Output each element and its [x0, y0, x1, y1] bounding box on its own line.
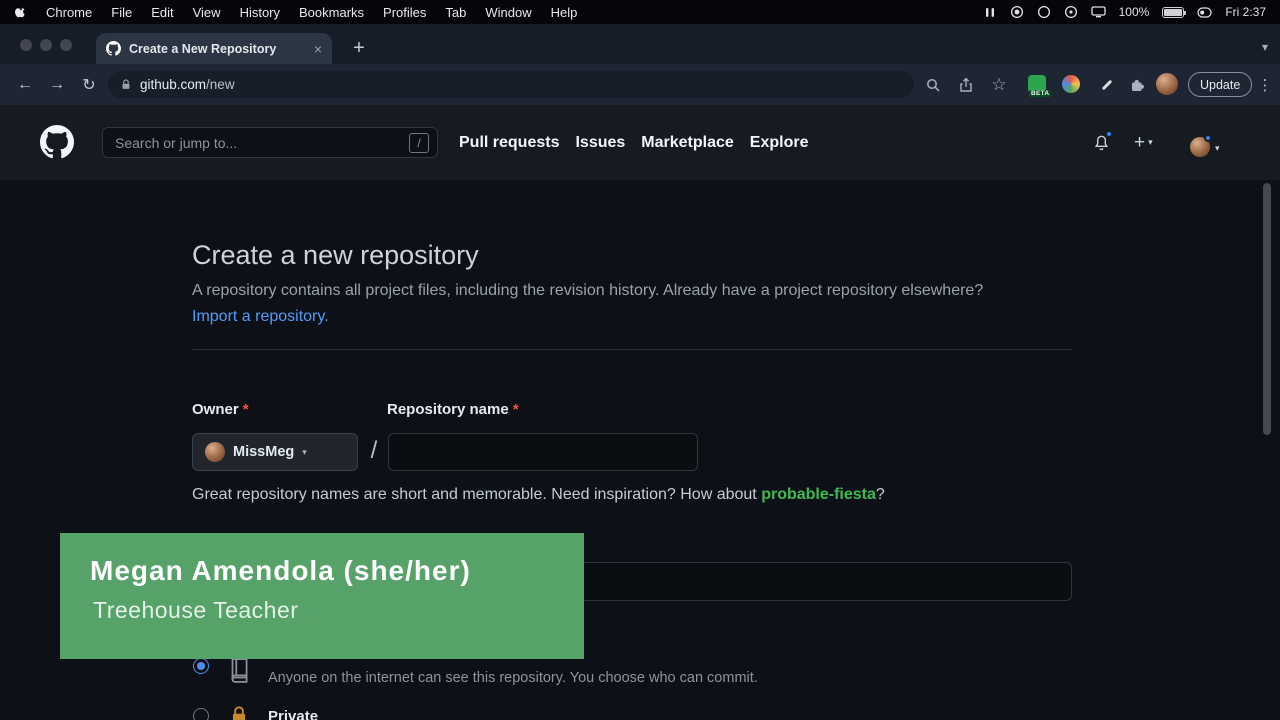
plus-icon: +: [1134, 132, 1145, 154]
forward-button[interactable]: →: [44, 64, 70, 105]
update-button[interactable]: Update: [1188, 72, 1252, 97]
owner-avatar: [205, 442, 225, 462]
repository-name-input[interactable]: [388, 433, 698, 471]
private-radio[interactable]: [193, 708, 209, 720]
private-label: Private: [268, 708, 318, 720]
name-hint: Great repository names are short and mem…: [192, 486, 885, 504]
extension-color-icon[interactable]: [1062, 75, 1080, 93]
site-lock-icon[interactable]: [120, 78, 132, 91]
avatar-notification-dot: [1204, 134, 1212, 142]
window-zoom-button[interactable]: [60, 39, 72, 51]
required-asterisk: *: [243, 401, 249, 418]
extensions-puzzle-icon[interactable]: [1126, 64, 1148, 105]
url-path: /new: [206, 77, 235, 92]
presenter-overlay: Megan Amendola (she/her) Treehouse Teach…: [60, 533, 584, 659]
github-search[interactable]: /: [102, 127, 438, 158]
github-nav: Pull requests Issues Marketplace Explore: [459, 105, 808, 180]
tab-search-chevron-icon[interactable]: ▾: [1262, 40, 1268, 54]
private-lock-icon: [228, 704, 250, 720]
notification-dot: [1105, 130, 1113, 138]
window-minimize-button[interactable]: [40, 39, 52, 51]
search-slash-hint: /: [409, 133, 429, 153]
tab-title: Create a New Repository: [129, 42, 306, 56]
github-avatar[interactable]: [1190, 137, 1210, 157]
menubar-status-area: 100% Fri 2:37: [983, 5, 1266, 19]
public-radio[interactable]: [193, 658, 209, 674]
extension-beta-icon[interactable]: BETA: [1028, 75, 1046, 93]
control-center-icon[interactable]: [1197, 7, 1212, 18]
camera-icon[interactable]: [1064, 5, 1078, 19]
extension-pencil-icon[interactable]: [1096, 64, 1118, 105]
beta-badge: BETA: [1029, 90, 1051, 97]
search-input[interactable]: [115, 135, 409, 151]
import-repository-link[interactable]: Import a repository.: [192, 308, 329, 325]
menubar-item-tab[interactable]: Tab: [445, 5, 466, 20]
nav-explore[interactable]: Explore: [750, 134, 809, 152]
share-icon[interactable]: [955, 64, 977, 105]
menubar-clock[interactable]: Fri 2:37: [1225, 5, 1266, 19]
presenter-role: Treehouse Teacher: [93, 597, 298, 624]
owner-repo-separator: /: [362, 437, 386, 465]
zoom-icon[interactable]: [922, 64, 944, 105]
url-host: github.com: [140, 77, 206, 92]
scrollbar-thumb[interactable]: [1263, 183, 1271, 435]
menubar-app-name[interactable]: Chrome: [46, 5, 92, 20]
new-tab-button[interactable]: +: [344, 33, 374, 64]
menubar-item-help[interactable]: Help: [551, 5, 578, 20]
battery-percent: 100%: [1119, 5, 1150, 19]
back-button[interactable]: ←: [12, 64, 38, 105]
url-text: github.com/new: [140, 77, 235, 92]
address-bar[interactable]: github.com/new: [108, 71, 914, 98]
menubar-item-bookmarks[interactable]: Bookmarks: [299, 5, 364, 20]
browser-menu-icon[interactable]: ⋮: [1256, 64, 1274, 105]
owner-dropdown[interactable]: MissMeg ▾: [192, 433, 358, 471]
repo-book-icon: [226, 656, 252, 686]
menubar-item-file[interactable]: File: [111, 5, 132, 20]
github-logo[interactable]: [40, 125, 74, 159]
reload-button[interactable]: ↻: [76, 64, 102, 105]
intro-text: A repository contains all project files,…: [192, 278, 1027, 330]
github-favicon: [106, 41, 121, 56]
bookmark-star-icon[interactable]: ☆: [988, 64, 1010, 105]
capture-icon[interactable]: [983, 6, 997, 19]
suggested-name-link[interactable]: probable-fiesta: [761, 486, 876, 503]
page-title: Create a new repository: [192, 240, 479, 271]
battery-icon: [1162, 7, 1184, 18]
nav-marketplace[interactable]: Marketplace: [641, 134, 734, 152]
menubar-item-profiles[interactable]: Profiles: [383, 5, 426, 20]
nav-pull-requests[interactable]: Pull requests: [459, 134, 559, 152]
create-new-menu[interactable]: + ▾: [1134, 105, 1153, 180]
github-header: / Pull requests Issues Marketplace Explo…: [0, 105, 1280, 180]
menubar-item-edit[interactable]: Edit: [151, 5, 173, 20]
tab-strip: Create a New Repository × + ▾: [0, 24, 1280, 64]
repository-name-label: Repository name*: [387, 401, 519, 418]
macos-menubar: Chrome File Edit View History Bookmarks …: [0, 0, 1280, 24]
menubar-item-view[interactable]: View: [193, 5, 221, 20]
divider: [192, 349, 1072, 350]
chevron-down-icon: ▾: [302, 447, 307, 458]
browser-tab[interactable]: Create a New Repository ×: [96, 33, 332, 64]
display-icon[interactable]: [1091, 6, 1106, 18]
chevron-down-icon: ▾: [1148, 137, 1153, 148]
status-circle-icon[interactable]: [1037, 5, 1051, 19]
browser-toolbar: ← → ↻ github.com/new ☆ BETA Update ⋮: [0, 64, 1280, 105]
menubar-item-window[interactable]: Window: [485, 5, 531, 20]
public-description: Anyone on the internet can see this repo…: [268, 670, 758, 686]
owner-label: Owner*: [192, 401, 249, 418]
presenter-name: Megan Amendola (she/her): [90, 555, 471, 587]
screen: Chrome File Edit View History Bookmarks …: [0, 0, 1280, 720]
nav-issues[interactable]: Issues: [575, 134, 625, 152]
window-controls: [20, 39, 72, 51]
intro-sentence: A repository contains all project files,…: [192, 282, 983, 299]
window-close-button[interactable]: [20, 39, 32, 51]
menubar-item-history[interactable]: History: [240, 5, 280, 20]
apple-menu-icon[interactable]: [14, 5, 27, 20]
record-indicator-icon[interactable]: [1010, 5, 1024, 19]
browser-profile-avatar[interactable]: [1156, 73, 1178, 95]
required-asterisk: *: [513, 401, 519, 418]
tab-close-icon[interactable]: ×: [314, 42, 322, 56]
notifications-bell-icon[interactable]: [1093, 134, 1110, 151]
owner-name: MissMeg: [233, 444, 294, 460]
avatar-chevron-icon[interactable]: ▾: [1215, 143, 1220, 154]
